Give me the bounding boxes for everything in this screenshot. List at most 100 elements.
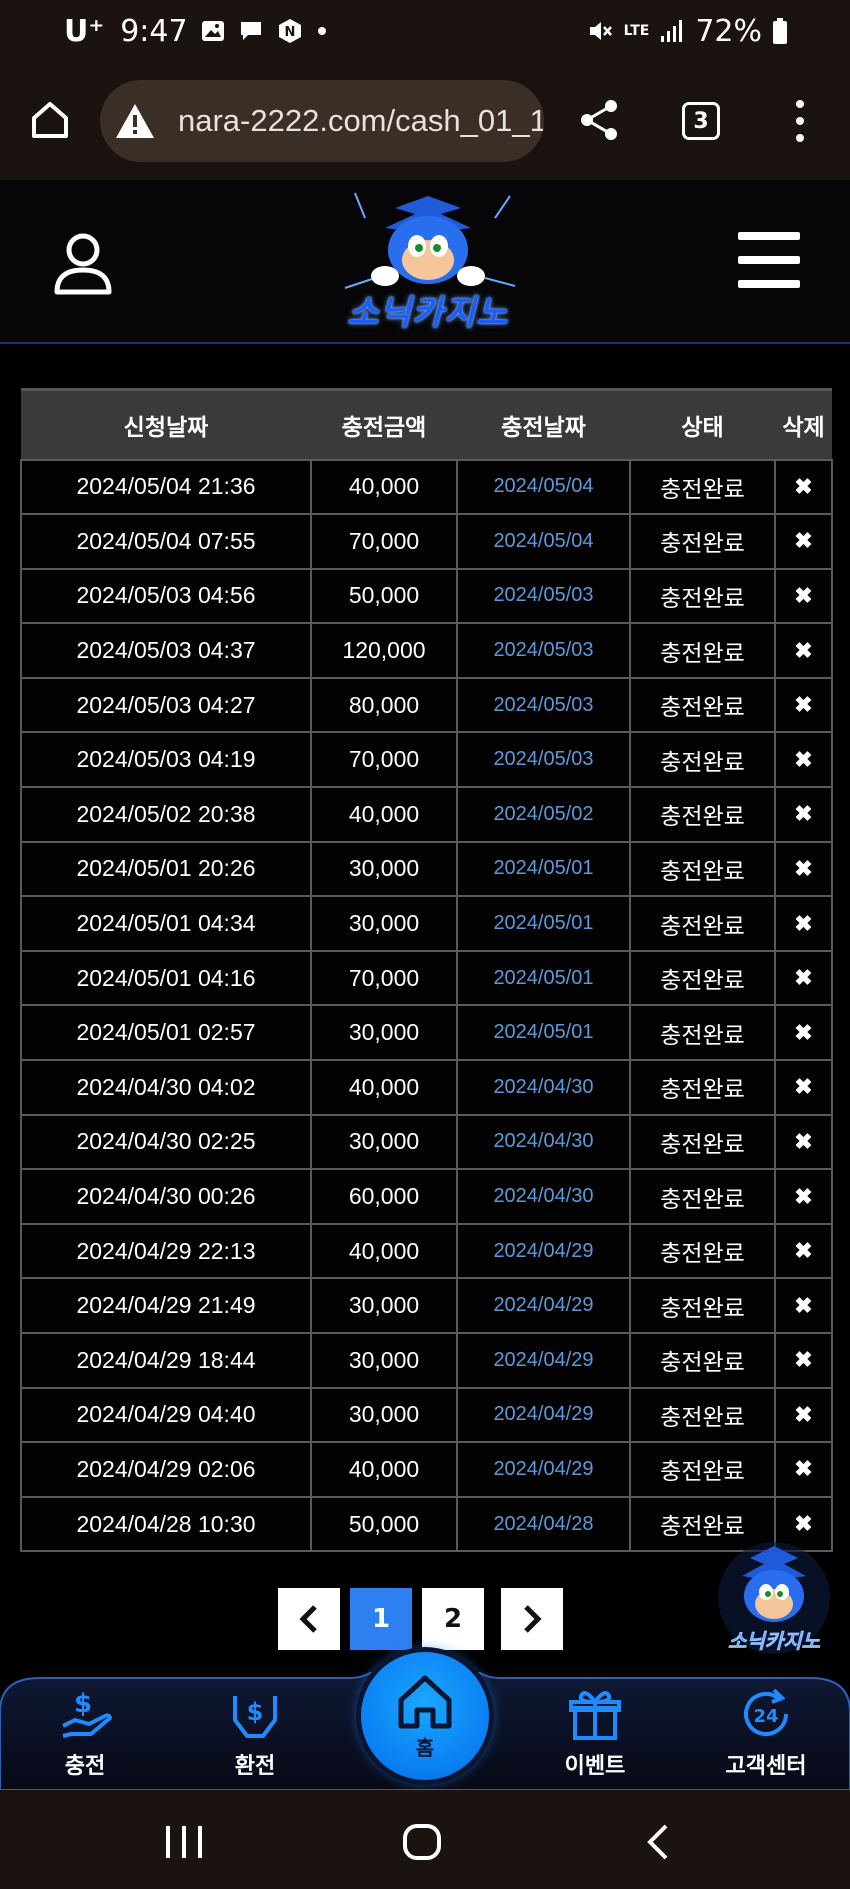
floating-mascot-button[interactable]: 소닉카지노 (712, 1540, 836, 1658)
cell-amount: 50,000 (310, 567, 458, 625)
cell-request-date: 2024/04/30 02:25 (20, 1113, 312, 1171)
browser-home-button[interactable] (28, 98, 72, 142)
cell-request-date: 2024/04/29 21:49 (20, 1277, 312, 1334)
recents-button[interactable] (164, 1824, 204, 1864)
nav-support[interactable]: 24 고객센터 (706, 1686, 826, 1786)
cell-charge-date: 2024/04/30 (456, 1168, 631, 1225)
back-button[interactable] (646, 1824, 670, 1864)
cell-request-date: 2024/05/04 07:55 (20, 513, 312, 570)
nav-event[interactable]: 이벤트 (535, 1686, 655, 1786)
cell-amount: 120,000 (310, 622, 458, 679)
delete-button[interactable]: ✖ (774, 1277, 833, 1334)
cell-request-date: 2024/05/01 20:26 (20, 840, 312, 898)
delete-button[interactable]: ✖ (774, 513, 833, 570)
cell-charge-date: 2024/05/04 (456, 513, 631, 570)
status-time: 9:47 (120, 13, 188, 49)
home-icon (398, 1675, 452, 1728)
share-button[interactable] (578, 98, 620, 142)
page-2-button[interactable]: 2 (422, 1588, 484, 1650)
cell-charge-date: 2024/05/01 (456, 1004, 631, 1062)
tab-switcher-button[interactable]: 3 (682, 102, 720, 140)
prev-page-button[interactable] (278, 1588, 340, 1650)
table-row: 2024/04/30 00:26 60,000 2024/04/30 충전완료 ✖ (20, 1168, 833, 1225)
table-row: 2024/04/29 18:44 30,000 2024/04/29 충전완료 ✖ (20, 1332, 833, 1389)
more-icon[interactable] (792, 100, 808, 142)
battery-percent: 72% (695, 13, 762, 49)
support-24-icon: 24 (744, 1688, 788, 1736)
image-icon (200, 18, 226, 44)
cell-charge-date: 2024/05/04 (456, 458, 631, 516)
cell-status: 충전완료 (629, 1441, 776, 1498)
delete-button[interactable]: ✖ (774, 1113, 833, 1171)
cell-charge-date: 2024/04/29 (456, 1441, 631, 1498)
cell-request-date: 2024/05/03 04:37 (20, 622, 312, 679)
battery-icon (772, 17, 788, 45)
nav-deposit[interactable]: $ 충전 (25, 1686, 145, 1786)
cell-status: 충전완료 (629, 840, 776, 898)
address-bar[interactable]: nara-2222.com/cash_01_1. (100, 80, 544, 162)
header-amount: 충전금액 (311, 388, 457, 460)
cell-request-date: 2024/05/03 04:56 (20, 567, 312, 625)
delete-button[interactable]: ✖ (774, 622, 833, 679)
cell-status: 충전완료 (629, 1168, 776, 1225)
menu-icon[interactable] (738, 232, 800, 288)
warning-icon (116, 104, 154, 138)
svg-text:$: $ (74, 1689, 92, 1719)
user-button[interactable] (52, 232, 114, 296)
table-row: 2024/05/03 04:19 70,000 2024/05/03 충전완료 ✖ (20, 731, 833, 789)
site-header: 소닉카지노 (0, 180, 850, 344)
delete-button[interactable]: ✖ (774, 676, 833, 734)
header-request-date: 신청날짜 (21, 388, 311, 460)
delete-button[interactable]: ✖ (774, 1386, 833, 1444)
cell-status: 충전완료 (629, 1277, 776, 1334)
table-row: 2024/04/30 02:25 30,000 2024/04/30 충전완료 ✖ (20, 1113, 833, 1171)
cell-amount: 30,000 (310, 1004, 458, 1062)
delete-button[interactable]: ✖ (774, 731, 833, 789)
delete-button[interactable]: ✖ (774, 840, 833, 898)
table-row: 2024/05/03 04:27 80,000 2024/05/03 충전완료 ✖ (20, 676, 833, 734)
cell-request-date: 2024/05/01 04:34 (20, 895, 312, 952)
cell-amount: 50,000 (310, 1495, 458, 1553)
cell-charge-date: 2024/05/02 (456, 786, 631, 843)
cell-charge-date: 2024/05/03 (456, 622, 631, 679)
cell-request-date: 2024/05/03 04:19 (20, 731, 312, 789)
cell-request-date: 2024/05/01 02:57 (20, 1004, 312, 1062)
site-logo[interactable]: 소닉카지노 (325, 188, 531, 338)
nav-withdraw[interactable]: $ 환전 (195, 1686, 315, 1786)
cell-amount: 60,000 (310, 1168, 458, 1225)
delete-button[interactable]: ✖ (774, 949, 833, 1007)
cell-status: 충전완료 (629, 895, 776, 952)
cell-charge-date: 2024/04/29 (456, 1332, 631, 1389)
cell-request-date: 2024/04/30 00:26 (20, 1168, 312, 1225)
page-1-button[interactable]: 1 (350, 1588, 412, 1650)
cell-amount: 70,000 (310, 949, 458, 1007)
delete-button[interactable]: ✖ (774, 1004, 833, 1062)
n-icon: N (276, 17, 304, 45)
delete-button[interactable]: ✖ (774, 1222, 833, 1280)
delete-button[interactable]: ✖ (774, 567, 833, 625)
logo-text: 소닉카지노 (347, 293, 509, 333)
cell-amount: 40,000 (310, 1059, 458, 1116)
delete-button[interactable]: ✖ (774, 1332, 833, 1389)
table-row: 2024/04/30 04:02 40,000 2024/04/30 충전완료 ✖ (20, 1059, 833, 1116)
delete-button[interactable]: ✖ (774, 1059, 833, 1116)
cell-amount: 70,000 (310, 731, 458, 789)
table-row: 2024/04/29 22:13 40,000 2024/04/29 충전완료 ✖ (20, 1222, 833, 1280)
cell-status: 충전완료 (629, 1222, 776, 1280)
delete-button[interactable]: ✖ (774, 895, 833, 952)
cell-charge-date: 2024/04/29 (456, 1222, 631, 1280)
delete-button[interactable]: ✖ (774, 458, 833, 516)
next-page-button[interactable] (501, 1588, 563, 1650)
delete-button[interactable]: ✖ (774, 1441, 833, 1498)
cell-status: 충전완료 (629, 1386, 776, 1444)
bottom-nav: $ 충전 $ 환전 홈 이벤트 24 고객센터 (0, 1652, 850, 1790)
nav-home[interactable]: 홈 (361, 1652, 489, 1780)
delete-button[interactable]: ✖ (774, 1168, 833, 1225)
cell-status: 충전완료 (629, 513, 776, 570)
table-row: 2024/05/02 20:38 40,000 2024/05/02 충전완료 ✖ (20, 786, 833, 843)
system-home-button[interactable] (402, 1824, 442, 1864)
delete-button[interactable]: ✖ (774, 786, 833, 843)
url-text: nara-2222.com/cash_01_1. (178, 103, 544, 138)
table-row: 2024/05/01 20:26 30,000 2024/05/01 충전완료 ✖ (20, 840, 833, 898)
status-bar: U⁺ 9:47 N LTE 72% (0, 0, 850, 62)
